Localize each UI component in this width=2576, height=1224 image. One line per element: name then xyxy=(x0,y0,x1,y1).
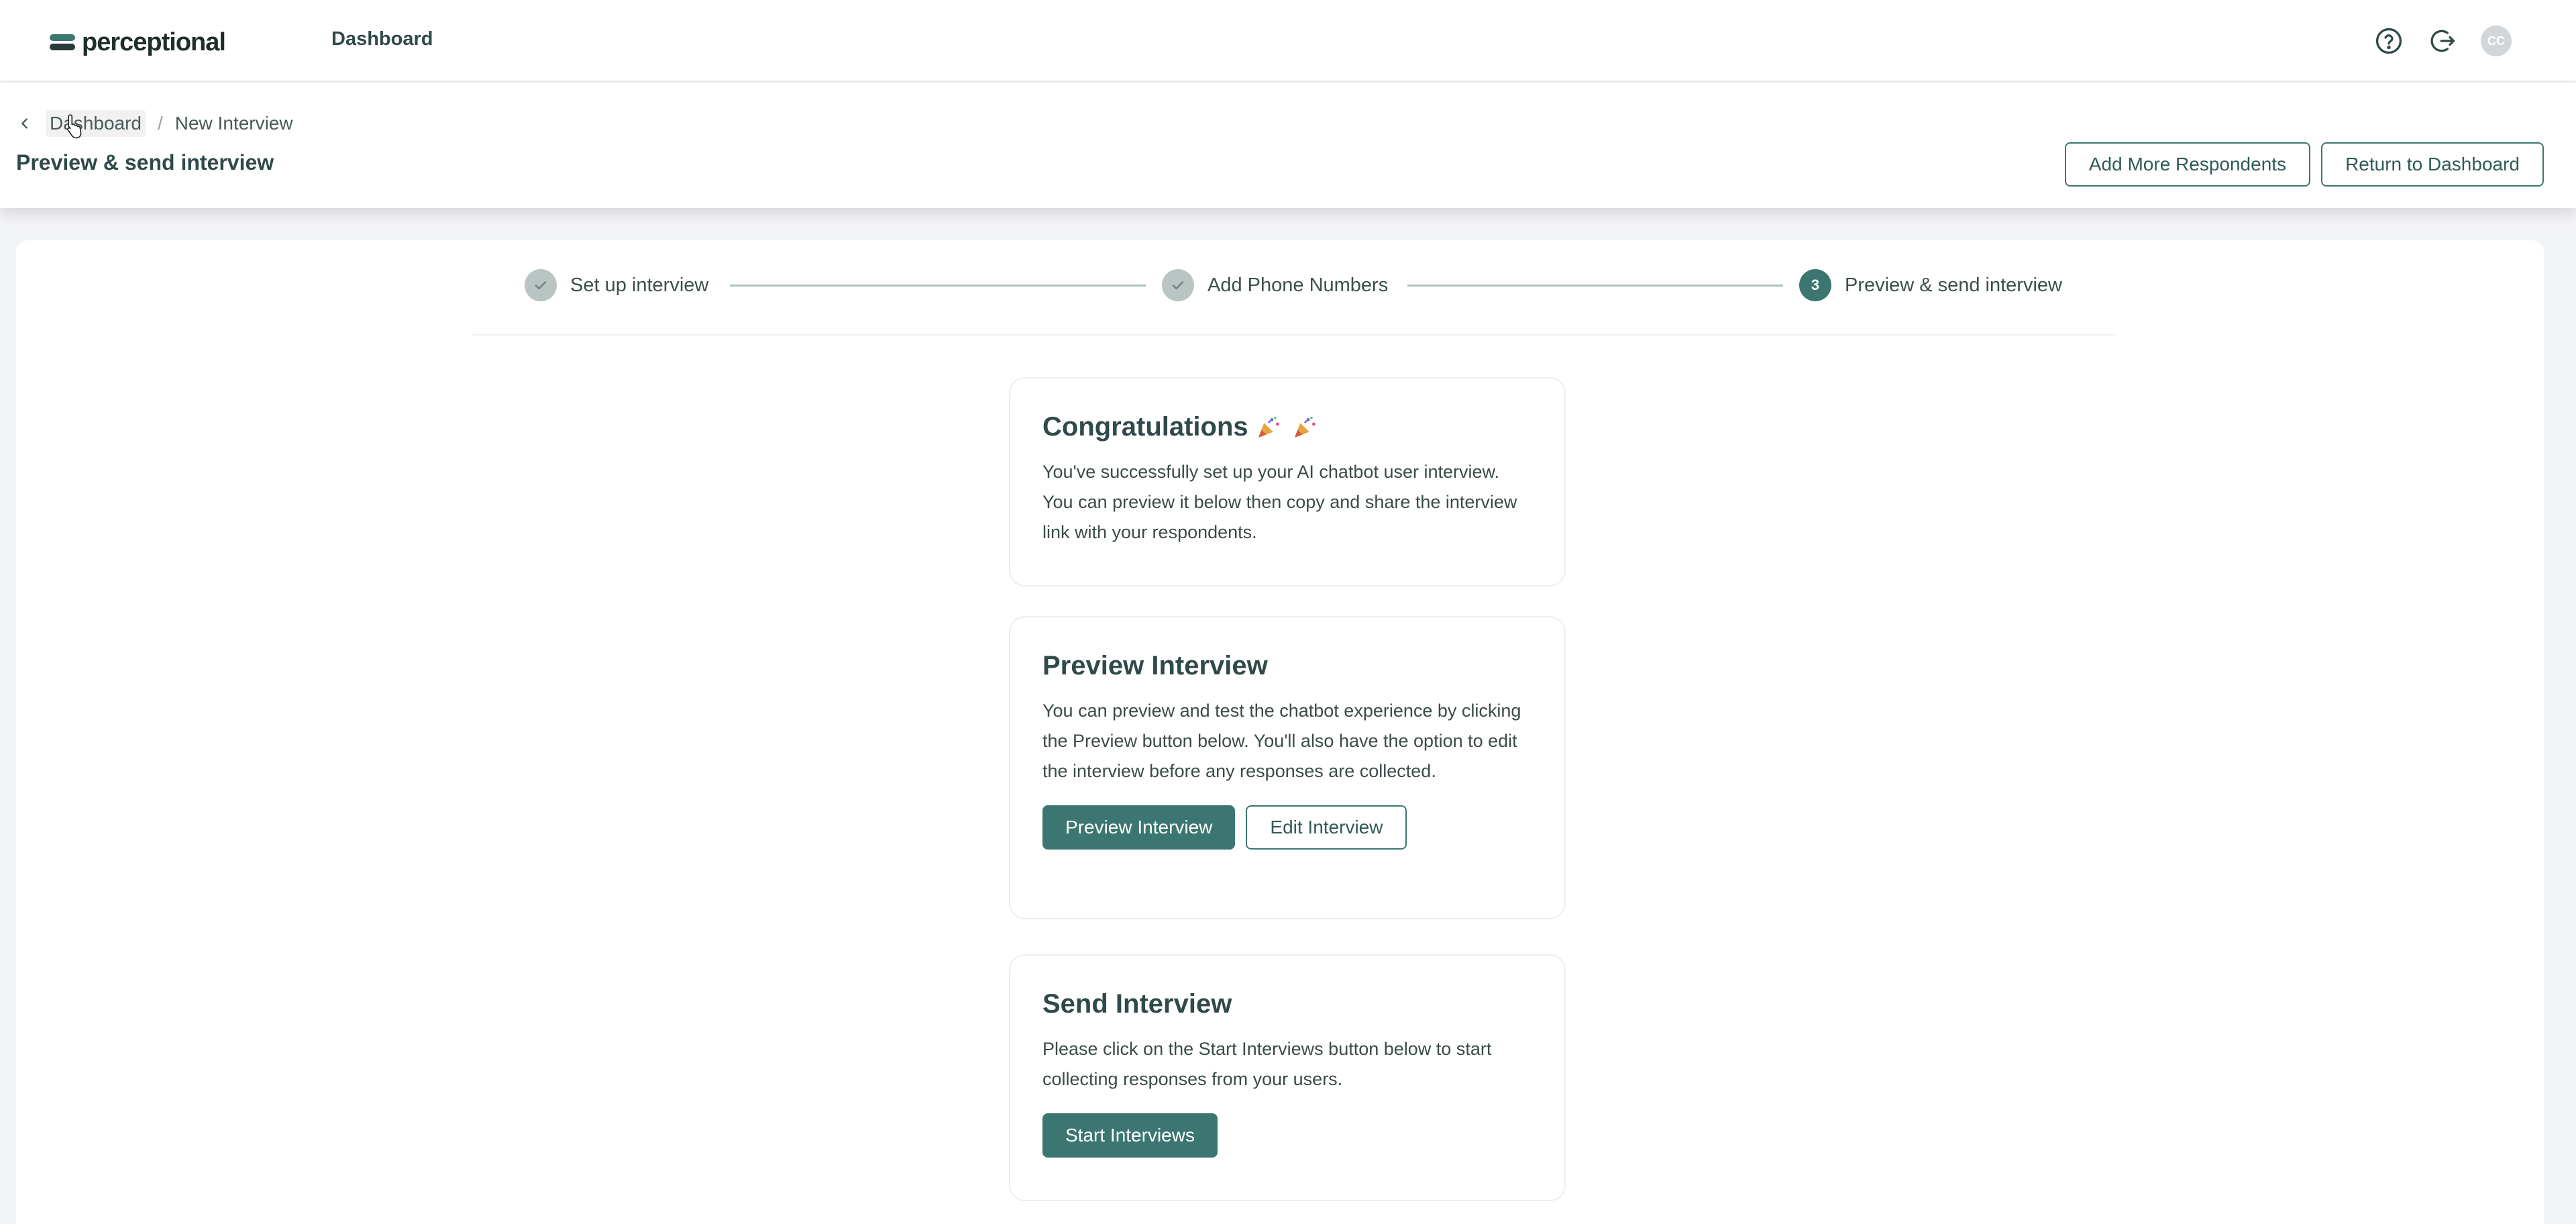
breadcrumb-back-button[interactable] xyxy=(17,114,36,133)
send-interview-text: Please click on the Start Interviews but… xyxy=(1042,1039,1492,1089)
return-to-dashboard-button[interactable]: Return to Dashboard xyxy=(2321,142,2544,187)
logout-icon xyxy=(2430,30,2455,52)
congratulations-text: You've successfully set up your AI chatb… xyxy=(1042,462,1517,542)
congratulations-title: Congratulations xyxy=(1042,412,1248,442)
top-icons: CC xyxy=(2373,26,2512,56)
breadcrumb: Dashboard / New Interview xyxy=(17,110,293,137)
step-done-marker xyxy=(525,269,557,301)
card-title-row: Congratulations xyxy=(1042,412,1532,442)
breadcrumb-separator: / xyxy=(157,113,163,134)
edit-interview-button[interactable]: Edit Interview xyxy=(1246,805,1407,850)
preview-interview-title: Preview Interview xyxy=(1042,651,1268,680)
progress-stepper: Set up interview Add Phone Numbers 3 Pre… xyxy=(472,268,2116,336)
top-navigation-bar: perceptional Dashboard CC xyxy=(0,0,2576,82)
main-panel: Set up interview Add Phone Numbers 3 Pre… xyxy=(16,240,2544,1224)
step-label: Set up interview xyxy=(570,274,709,296)
party-emojis xyxy=(1255,414,1318,441)
page-header: Dashboard / New Interview Preview & send… xyxy=(0,83,2576,208)
stepper-connector xyxy=(1407,285,1783,287)
breadcrumb-current: New Interview xyxy=(174,113,293,134)
send-card-actions: Start Interviews xyxy=(1042,1113,1532,1158)
chevron-left-icon xyxy=(21,118,28,129)
check-icon xyxy=(1172,281,1184,290)
perceptional-logo[interactable]: perceptional xyxy=(50,26,226,59)
preview-interview-text: You can preview and test the chatbot exp… xyxy=(1042,701,1521,781)
nav-link-dashboard[interactable]: Dashboard xyxy=(331,28,433,50)
party-popper-icon xyxy=(1258,416,1279,438)
step-set-up-interview: Set up interview xyxy=(525,268,708,302)
step-label: Add Phone Numbers xyxy=(1208,274,1389,296)
stepper-connector xyxy=(730,285,1146,287)
add-more-respondents-button[interactable]: Add More Respondents xyxy=(2064,142,2311,187)
logo-mark-icon xyxy=(50,32,75,52)
start-interviews-button[interactable]: Start Interviews xyxy=(1042,1113,1218,1158)
logo-text: perceptional xyxy=(82,28,226,56)
step-preview-send-interview: 3 Preview & send interview xyxy=(1799,268,2062,302)
send-interview-card: Send Interview Please click on the Start… xyxy=(1009,954,1566,1201)
check-icon xyxy=(535,281,547,290)
preview-interview-button[interactable]: Preview Interview xyxy=(1042,805,1236,850)
breadcrumb-link-dashboard[interactable]: Dashboard xyxy=(46,110,146,137)
step-label: Preview & send interview xyxy=(1845,274,2062,296)
preview-card-actions: Preview Interview Edit Interview xyxy=(1042,805,1532,850)
user-avatar[interactable]: CC xyxy=(2481,26,2512,56)
send-interview-title: Send Interview xyxy=(1042,989,1232,1019)
question-circle-icon xyxy=(2375,28,2402,54)
step-add-phone-numbers: Add Phone Numbers xyxy=(1162,268,1388,302)
hand-cursor-icon xyxy=(67,114,82,139)
help-button[interactable] xyxy=(2373,26,2404,56)
congratulations-card: Congratulations You've successfully set … xyxy=(1009,377,1566,586)
step-done-marker xyxy=(1162,269,1194,301)
header-actions: Add More Respondents Return to Dashboard xyxy=(2064,142,2544,187)
logout-button[interactable] xyxy=(2427,26,2458,56)
preview-interview-card: Preview Interview You can preview and te… xyxy=(1009,616,1566,919)
step-active-marker: 3 xyxy=(1799,269,1831,301)
page-title: Preview & send interview xyxy=(16,150,274,174)
party-popper-icon xyxy=(1294,416,1316,438)
